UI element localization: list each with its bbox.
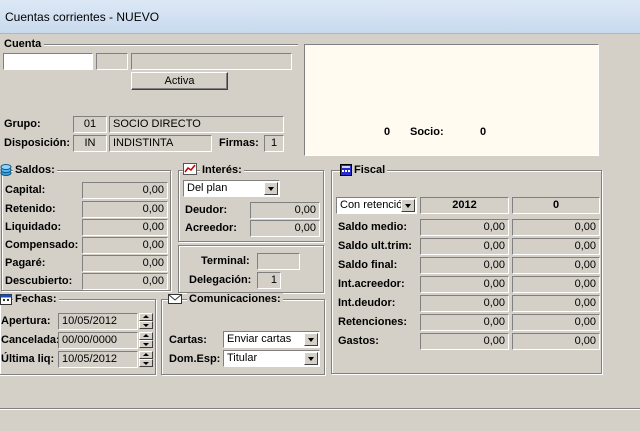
deudor-label: Deudor: [185,204,228,216]
fiscal-label-retenciones: Retenciones: [338,316,408,328]
terminal-input[interactable] [257,253,300,270]
fiscal-v2-int-acreedor: 0,00 [512,276,600,293]
saldo-label-compensado: Compensado: [5,239,79,251]
cuenta-section-label: Cuenta [4,38,42,50]
cartas-label: Cartas: [169,334,207,346]
fiscal-v2-saldo-ult-trim: 0,00 [512,238,600,255]
firmas-field[interactable]: 1 [264,135,284,152]
fiscal-label-saldo-final: Saldo final: [338,259,398,271]
fiscal-v1-retenciones: 0,00 [420,314,509,331]
fiscal-v2-saldo-medio: 0,00 [512,219,600,236]
cancelada-date-input[interactable]: 00/00/0000 [58,332,138,349]
interest-plan-select[interactable]: Del plan [183,180,280,197]
delegacion-input[interactable]: 1 [257,272,281,289]
chart-trend-icon [183,163,197,175]
ultima-liq-spinner[interactable] [139,351,153,368]
fiscal-label-saldo-medio: Saldo medio: [338,221,408,233]
comunicaciones-title: Comunicaciones: [187,293,283,305]
fiscal-label-int-acreedor: Int.acreedor: [338,278,405,290]
bottom-divider [0,408,640,410]
chevron-down-icon[interactable] [264,182,278,195]
account-number-input[interactable] [3,53,93,70]
retencion-value: Con retenció [340,199,403,211]
disposicion-code-field[interactable]: IN [73,135,107,152]
chevron-down-icon[interactable] [304,352,318,365]
disposicion-name-field: INDISTINTA [109,135,212,152]
saldo-label-descubierto: Descubierto: [5,275,73,287]
socio-label: Socio: [410,126,444,138]
title-bar: Cuentas corrientes - NUEVO [0,0,640,34]
saldo-value-compensado: 0,00 [82,237,168,254]
retencion-select[interactable]: Con retenció [336,197,417,214]
coins-icon [0,164,12,176]
calculator-icon [340,164,352,176]
grupo-name-field: SOCIO DIRECTO [109,116,284,133]
saldo-label-capital: Capital: [5,184,46,196]
saldo-value-retenido: 0,00 [82,201,168,218]
apertura-date-input[interactable]: 10/05/2012 [58,313,138,330]
apertura-spinner[interactable] [139,313,153,330]
fiscal-v1-saldo-ult-trim: 0,00 [420,238,509,255]
cancelada-label: Cancelada: [1,334,60,346]
interest-plan-value: Del plan [187,182,228,194]
fiscal-year-field: 2012 [420,197,509,214]
cartas-select[interactable]: Enviar cartas [223,331,320,348]
saldo-value-capital: 0,00 [82,182,168,199]
grupo-label: Grupo: [4,118,41,130]
envelope-icon [168,294,182,304]
fiscal-col2-field: 0 [512,197,600,214]
info-left-value: 0 [384,126,391,138]
fiscal-v2-saldo-final: 0,00 [512,257,600,274]
ultima-liq-date-input[interactable]: 10/05/2012 [58,351,138,368]
cuenta-divider [44,44,298,46]
terminal-label: Terminal: [201,255,250,267]
fechas-title: Fechas: [13,293,59,305]
fiscal-v1-saldo-final: 0,00 [420,257,509,274]
account-info-panel: 0 Socio: 0 [304,44,599,156]
saldo-value-pagare: 0,00 [82,255,168,272]
disposicion-label: Disposición: [4,137,71,149]
fiscal-label-saldo-ult-trim: Saldo ult.trim: [338,240,412,252]
fiscal-v2-int-deudor: 0,00 [512,295,600,312]
window-title: Cuentas corrientes - NUEVO [5,10,160,24]
acreedor-label: Acreedor: [185,222,237,234]
ultima-liq-label: Última liq: [1,353,55,365]
saldo-label-liquidado: Liquidado: [5,221,62,233]
cartas-value: Enviar cartas [227,333,292,345]
saldo-label-retenido: Retenido: [5,203,56,215]
fiscal-v2-retenciones: 0,00 [512,314,600,331]
firmas-label: Firmas: [219,137,259,149]
interes-title: Interés: [200,164,244,176]
saldo-value-liquidado: 0,00 [82,219,168,236]
socio-value: 0 [480,126,487,138]
saldo-label-pagare: Pagaré: [5,257,46,269]
dom-esp-select[interactable]: Titular [223,350,320,367]
saldos-title: Saldos: [13,164,57,176]
fiscal-label-gastos: Gastos: [338,335,379,347]
dom-esp-value: Titular [227,352,258,364]
fiscal-v2-gastos: 0,00 [512,333,600,350]
account-control-field [96,53,128,70]
chevron-down-icon[interactable] [401,199,415,212]
delegacion-label: Delegación: [189,274,252,286]
deudor-input[interactable]: 0,00 [250,202,320,219]
chevron-down-icon[interactable] [304,333,318,346]
status-button[interactable]: Activa [131,72,228,90]
saldo-value-descubierto: 0,00 [82,273,168,290]
fiscal-v1-gastos: 0,00 [420,333,509,350]
fiscal-label-int-deudor: Int.deudor: [338,297,396,309]
fiscal-v1-int-acreedor: 0,00 [420,276,509,293]
apertura-label: Apertura: [1,315,51,327]
calendar-icon [0,294,12,305]
acreedor-input[interactable]: 0,00 [250,220,320,237]
fiscal-title: Fiscal [352,164,388,176]
fiscal-v1-int-deudor: 0,00 [420,295,509,312]
fiscal-v1-saldo-medio: 0,00 [420,219,509,236]
grupo-code-field[interactable]: 01 [73,116,107,133]
cancelada-spinner[interactable] [139,332,153,349]
dom-esp-label: Dom.Esp: [169,353,221,365]
account-holder-field [131,53,292,70]
